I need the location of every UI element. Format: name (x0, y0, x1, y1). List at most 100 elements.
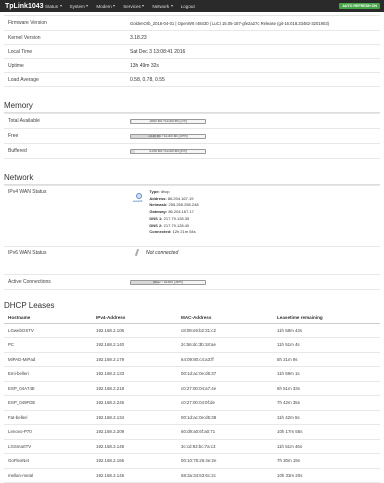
column-header: Leasetime remaining (273, 312, 380, 324)
ipv4-cell: 192.168.2.133 (92, 366, 177, 382)
row-value: 1660 kB / 61160 kB (2%) (130, 118, 380, 124)
memory-progress-bar: 4196 kB / 61160 kB (6%) (130, 148, 206, 154)
disconnected-icon (134, 248, 140, 257)
dhcp-section-title: DHCP Leases (4, 301, 55, 310)
ipv4-wan-row: IPv4 WAN Status wwan0 Type: dhcp Address… (4, 186, 380, 247)
wan-interface-label: wwan0 (133, 199, 143, 204)
menu-logout[interactable]: Logout (181, 4, 195, 9)
table-row: LGSmartTV 192.168.2.149 3c:cd:93:bc:7a:c3 1… (4, 439, 380, 454)
column-header: MAC-Address (177, 312, 273, 324)
memory-progress-bar: 2436 kB / 61160 kB (39%) (130, 133, 206, 139)
bar-text: 2436 kB / 61160 kB (39%) (148, 133, 188, 138)
row-value: 5632 / 16384 (38%) (130, 279, 380, 285)
mac-cell: 64:09:80:c4:a3:ff (177, 352, 273, 367)
column-header: IPv4-Address (92, 312, 177, 324)
menu-logout-label: Logout (180, 3, 195, 9)
brand-title[interactable]: TpLink1043 (0, 3, 45, 10)
system-row: Local Time Sat Dec 3 13:08:41 2016 (4, 45, 380, 59)
hostname-cell: LGSmartTV (4, 439, 92, 454)
system-row: Firmware Version GoldenOrb_2016-04-01 | … (4, 16, 380, 31)
row-value: 0.58, 0.78, 0.55 (130, 76, 165, 83)
gateway-key: Gateway: (149, 209, 168, 215)
address-value: 86.204.167.19 (167, 195, 194, 201)
ipv6-wan-row: IPv6 WAN Status Not connected (4, 247, 380, 275)
row-label: Kernel Version (8, 34, 41, 41)
chevron-down-icon (113, 5, 116, 7)
network-globe-icon: wwan0 (133, 193, 144, 204)
address-key: Address: (149, 195, 167, 201)
mac-cell: 68:3a:34:63:6c:2c (177, 468, 273, 483)
menu-network[interactable]: Network (152, 4, 173, 9)
leasetime-cell: 11h 51m 46s (273, 439, 380, 454)
menu-services-label: Services (123, 3, 141, 9)
network-table: IPv4 WAN Status wwan0 Type: dhcp Address… (4, 185, 380, 290)
row-value: 3.18.23 (130, 34, 147, 41)
dns2-value: 217.79.128.40 (163, 222, 190, 228)
active-connections-row: Active Connections 5632 / 16384 (38%) (4, 275, 380, 290)
system-row: Kernel Version 3.18.23 (4, 31, 380, 45)
mac-cell: c0:27:00:04:9f:de (177, 395, 273, 411)
hostname-cell: LGwebOSTV (4, 323, 92, 338)
table-row: Emi-belleri 192.168.2.133 00:1d:ac:0e:d5:3… (4, 366, 380, 382)
table-row: Lenovo-P70 192.168.2.209 60:d9:a0:6f:a0:71… (4, 424, 380, 440)
mac-cell: 3c:cd:93:bc:7a:c3 (177, 439, 273, 454)
memory-row: Free 2436 kB / 61160 kB (39%) (4, 129, 380, 144)
hostname-cell: mellan-metal (4, 468, 92, 483)
hostname-cell: PC (4, 337, 92, 353)
row-value: 4196 kB / 61160 kB (6%) (130, 148, 380, 154)
table-header-row: Hostname IPv4-Address MAC-Address Leaset… (4, 312, 380, 324)
menu-services[interactable]: Services (123, 3, 145, 9)
menu-status[interactable]: Status (45, 4, 62, 9)
row-value: Sat Dec 3 13:08:41 2016 (130, 48, 186, 55)
row-label: Total Available (8, 118, 40, 124)
autorefresh-button[interactable]: AUTO REFRESH ON (339, 3, 380, 9)
row-label: IPv6 WAN Status (8, 250, 47, 256)
mac-cell: 00:10:75:26:4e:2e (177, 453, 273, 469)
memory-section-title: Memory (4, 101, 380, 113)
leasetime-cell: 7h 30m 19s (273, 453, 380, 469)
main-menu: Status System Modem Services Network Log… (45, 4, 195, 9)
hostname-cell: GoFlexNet (4, 453, 92, 469)
hostname-cell: Lenovo-P70 (4, 424, 92, 440)
leasetime-cell: 11h 42m 5s (273, 410, 380, 425)
ipv4-cell: 192.168.2.140 (92, 337, 177, 353)
bar-text: 5632 / 16384 (38%) (153, 279, 183, 284)
mac-cell: c8:08:e9:b2:31:c2 (177, 323, 273, 338)
menu-modem-label: Modem (96, 3, 112, 9)
leasetime-cell: 11h 58m 44s (273, 323, 380, 338)
ipv4-cell: 192.168.2.209 (92, 424, 177, 440)
netmask-value: 255.255.255.248 (168, 202, 199, 208)
menu-modem[interactable]: Modem (96, 3, 116, 9)
leasetime-cell: 6h 51m 33s (273, 381, 380, 396)
system-row: Load Average 0.58, 0.78, 0.55 (4, 73, 380, 87)
mac-cell: 2c:56:dc:3b:18:ae (177, 337, 273, 353)
ipv6-status: Not connected (146, 249, 179, 256)
mac-cell: 60:d9:a0:6f:a0:71 (177, 424, 273, 440)
menu-system[interactable]: System (70, 4, 89, 9)
mac-cell: 00:1d:ac:0e:d5:37 (177, 366, 273, 382)
chevron-down-icon (86, 5, 89, 7)
system-row: Uptime 13h 49m 32s (4, 59, 380, 73)
row-label: Buffered (8, 148, 27, 154)
memory-row: Buffered 4196 kB / 61160 kB (6%) (4, 144, 380, 159)
dns1-value: 217.79.128.35 (163, 215, 190, 221)
row-label: Uptime (8, 62, 24, 69)
hostname-cell: Fat-belleri (4, 410, 92, 425)
top-navbar: TpLink1043 Status System Modem Services … (0, 0, 384, 12)
table-row: MiPAD-MiPad 192.168.2.179 64:09:80:c4:a3:f… (4, 352, 380, 367)
row-value: GoldenOrb_2016-04-01 | OpenWrt r48430 | … (130, 20, 330, 26)
row-label: IPv4 WAN Status (8, 189, 47, 195)
ipv4-cell: 192.168.2.179 (92, 352, 177, 367)
row-value: Not connected (130, 247, 380, 257)
dns2-key: DNS 2: (149, 222, 163, 228)
gateway-value: 86.204.167.17 (168, 209, 194, 215)
connected-value: 12h 21m 54s (172, 229, 196, 235)
network-section-title: Network (4, 173, 380, 185)
menu-status-label: Status (45, 3, 59, 9)
mac-cell: 00:1d:ac:0e:d5:38 (177, 410, 273, 425)
hostname-cell: ESP_04A74E (4, 381, 92, 396)
chevron-down-icon (142, 5, 145, 7)
leasetime-cell: 10h 17m 55s (273, 424, 380, 440)
type-key: Type: (149, 189, 160, 194)
row-label: Free (8, 133, 19, 139)
